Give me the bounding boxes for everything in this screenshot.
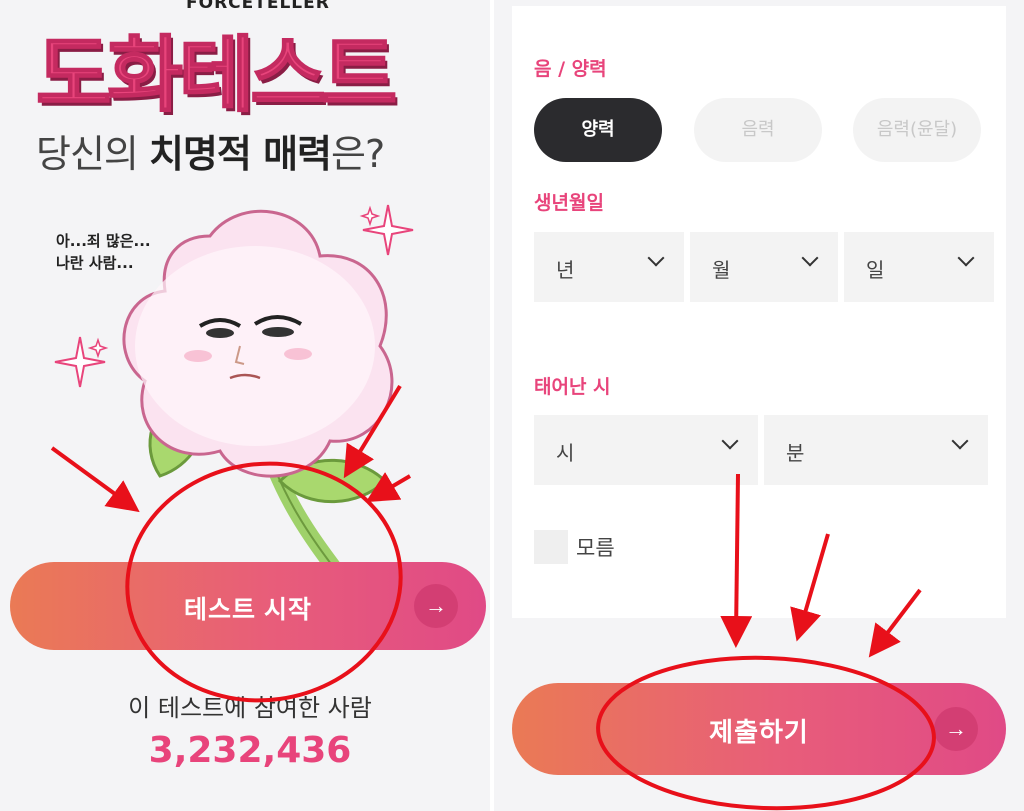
calendar-option-solar[interactable]: 양력 <box>534 98 662 162</box>
brand-logo: FORCETELLER <box>186 0 330 13</box>
arrow-right-icon: → <box>934 707 978 751</box>
day-select-value: 일 <box>866 258 885 282</box>
start-test-button[interactable]: 테스트 시작 → <box>10 562 486 650</box>
submit-button[interactable]: 제출하기 → <box>512 683 1006 775</box>
hour-select-value: 시 <box>556 441 575 465</box>
subtitle-post: 은? <box>331 132 385 176</box>
arrow-right-icon: → <box>414 584 458 628</box>
participants-count: 3,232,436 <box>148 730 352 771</box>
birth-time-label: 태어난 시 <box>534 376 611 398</box>
submit-label: 제출하기 <box>709 717 809 747</box>
chevron-down-icon <box>957 249 975 267</box>
calendar-option-lunar-leap[interactable]: 음력(윤달) <box>853 98 981 162</box>
participants-label: 이 테스트에 참여한 사람 <box>128 694 372 722</box>
hour-select[interactable]: 시 <box>534 415 758 485</box>
unknown-time-checkbox[interactable] <box>534 530 568 564</box>
unknown-time-label: 모름 <box>576 536 615 560</box>
chevron-down-icon <box>951 432 969 450</box>
birth-info-panel: 음 / 양력 양력 음력 음력(윤달) 생년월일 년 월 일 태어난 시 시 분… <box>494 0 1024 811</box>
subtitle-pre: 당신의 <box>36 132 149 176</box>
minute-select-value: 분 <box>786 441 805 465</box>
birth-date-label: 생년월일 <box>534 192 604 214</box>
speech-bubble: 아...죄 많은... 나란 사람... <box>56 230 186 274</box>
calendar-option-lunar[interactable]: 음력 <box>694 98 822 162</box>
month-select-value: 월 <box>712 258 731 282</box>
minute-select[interactable]: 분 <box>764 415 988 485</box>
sparkle-icon <box>359 204 414 256</box>
bubble-line: 아...죄 많은... <box>56 232 151 250</box>
chevron-down-icon <box>721 432 739 450</box>
page-title: 도화테스트 <box>35 27 398 124</box>
bubble-line: 나란 사람... <box>56 254 134 272</box>
screenshot-stage: FORCETELLER 도화테스트 당신의 치명적 매력은? 아...죄 많은.… <box>0 0 1024 811</box>
sparkle-icon <box>54 336 109 388</box>
chevron-down-icon <box>801 249 819 267</box>
day-select[interactable]: 일 <box>844 232 994 302</box>
birth-info-form: 음 / 양력 양력 음력 음력(윤달) 생년월일 년 월 일 태어난 시 시 분… <box>512 6 1006 618</box>
test-intro-panel: FORCETELLER 도화테스트 당신의 치명적 매력은? 아...죄 많은.… <box>0 0 490 811</box>
chevron-down-icon <box>647 249 665 267</box>
year-select-value: 년 <box>556 258 575 282</box>
page-subtitle: 당신의 치명적 매력은? <box>36 128 476 180</box>
subtitle-bold: 치명적 매력 <box>148 132 332 176</box>
year-select[interactable]: 년 <box>534 232 684 302</box>
month-select[interactable]: 월 <box>690 232 838 302</box>
calendar-type-label: 음 / 양력 <box>534 58 607 80</box>
